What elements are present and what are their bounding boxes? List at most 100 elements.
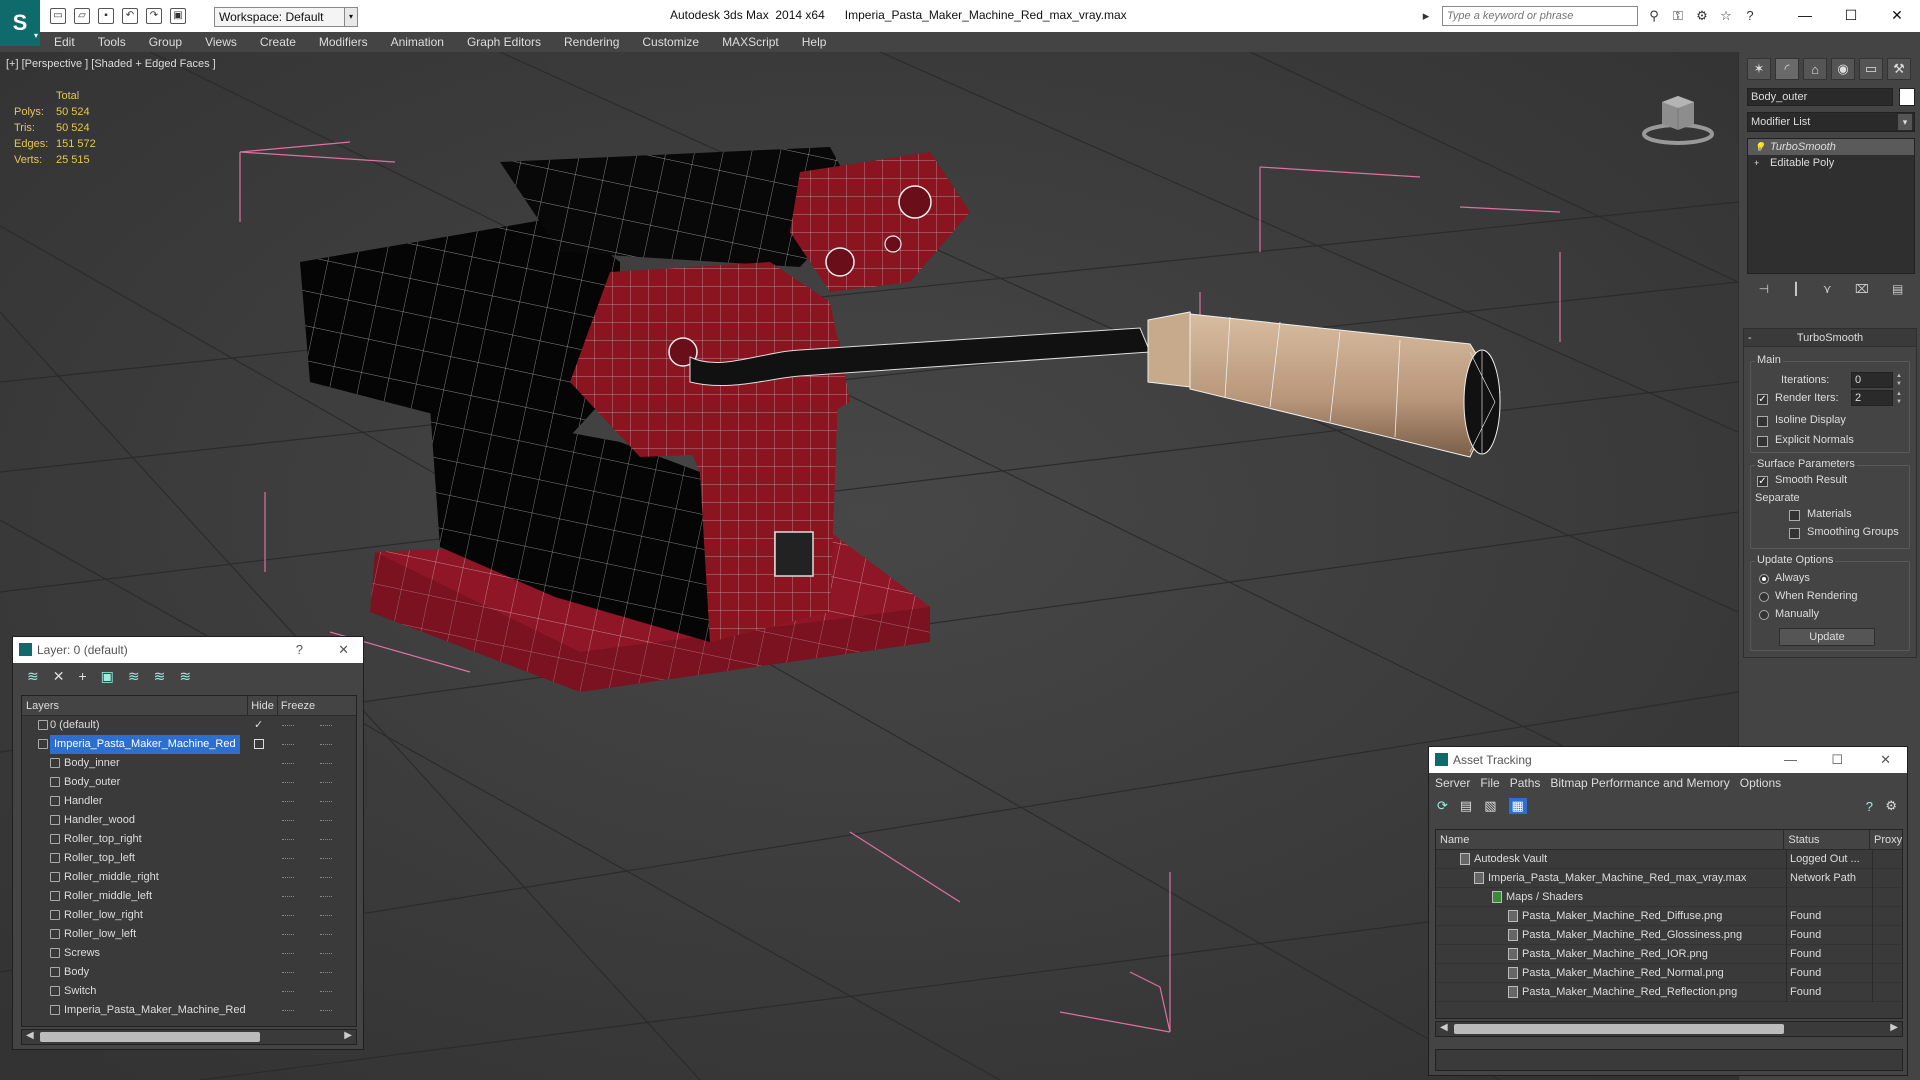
- hide-toggle[interactable]: [282, 839, 294, 840]
- hide-toggle[interactable]: [282, 820, 294, 821]
- column-freeze[interactable]: Freeze: [278, 696, 318, 715]
- layer-row[interactable]: Imperia_Pasta_Maker_Machine_Red: [22, 1001, 356, 1020]
- freeze-toggle[interactable]: [320, 820, 332, 821]
- thumbnail-view-icon[interactable]: ▧: [1484, 798, 1496, 814]
- menu-item-rendering[interactable]: Rendering: [564, 35, 619, 49]
- highlight-layer-icon[interactable]: ≋: [128, 668, 140, 685]
- asset-menu-paths[interactable]: Paths: [1510, 776, 1541, 790]
- close-icon[interactable]: ✕: [1880, 747, 1891, 773]
- hide-toggle[interactable]: [282, 782, 294, 783]
- layer-row[interactable]: Roller_middle_right: [22, 868, 356, 887]
- layer-row[interactable]: Switch: [22, 982, 356, 1001]
- minimize-icon[interactable]: —: [1782, 0, 1828, 30]
- menu-item-edit[interactable]: Edit: [54, 35, 75, 49]
- layer-row[interactable]: Screws: [22, 944, 356, 963]
- menu-item-animation[interactable]: Animation: [391, 35, 444, 49]
- asset-menu-bitmap-performance[interactable]: Bitmap Performance and Memory: [1550, 776, 1729, 790]
- freeze-toggle[interactable]: [320, 991, 332, 992]
- expand-plus-icon[interactable]: +: [1754, 158, 1764, 168]
- motion-tab-icon[interactable]: ◉: [1831, 58, 1855, 80]
- hide-toggle[interactable]: [282, 915, 294, 916]
- expand-arrow-icon[interactable]: ▸: [1418, 8, 1434, 24]
- asset-menu-options[interactable]: Options: [1740, 776, 1781, 790]
- hide-toggle[interactable]: [282, 725, 294, 726]
- layer-row[interactable]: Roller_top_right: [22, 830, 356, 849]
- freeze-toggle[interactable]: [320, 896, 332, 897]
- hide-toggle[interactable]: [282, 744, 294, 745]
- explicit-normals-checkbox[interactable]: [1757, 436, 1768, 447]
- render-iters-checkbox[interactable]: ✓: [1757, 394, 1768, 405]
- layer-row[interactable]: Handler_wood: [22, 811, 356, 830]
- asset-row[interactable]: Maps / Shaders: [1436, 888, 1902, 907]
- utilities-tab-icon[interactable]: ⚒: [1887, 58, 1911, 80]
- smooth-result-checkbox[interactable]: ✓: [1757, 476, 1768, 487]
- scroll-left-icon[interactable]: ◀: [1440, 1022, 1448, 1033]
- manually-radio[interactable]: [1759, 610, 1769, 620]
- freeze-toggle[interactable]: [320, 953, 332, 954]
- asset-row[interactable]: Pasta_Maker_Machine_Red_IOR.png Found: [1436, 945, 1902, 964]
- asset-row[interactable]: Autodesk Vault Logged Out ...: [1436, 850, 1902, 869]
- scroll-left-icon[interactable]: ◀: [26, 1030, 34, 1041]
- asset-row[interactable]: Pasta_Maker_Machine_Red_Diffuse.png Found: [1436, 907, 1902, 926]
- viewcube-icon[interactable]: [1640, 88, 1716, 148]
- rollout-header[interactable]: - TurboSmooth: [1744, 329, 1916, 347]
- menu-item-graph-editors[interactable]: Graph Editors: [467, 35, 541, 49]
- hide-toggle[interactable]: [282, 991, 294, 992]
- smoothing-groups-checkbox[interactable]: [1789, 528, 1800, 539]
- list-view-icon[interactable]: ▤: [1460, 798, 1472, 814]
- menu-item-create[interactable]: Create: [260, 35, 296, 49]
- maximize-icon[interactable]: ☐: [1828, 0, 1874, 30]
- signin-icon[interactable]: ⚙: [1694, 8, 1710, 24]
- binoculars-icon[interactable]: ⚲: [1646, 8, 1662, 24]
- active-layer-check-icon[interactable]: ✓: [254, 716, 263, 735]
- hide-toggle[interactable]: [282, 763, 294, 764]
- layer-row[interactable]: Handler: [22, 792, 356, 811]
- save-icon[interactable]: ▪: [98, 8, 114, 24]
- freeze-toggle[interactable]: [320, 763, 332, 764]
- hide-all-icon[interactable]: ≋: [154, 668, 166, 685]
- spinner-arrows-icon[interactable]: ▲ ▼: [1895, 390, 1903, 406]
- freeze-toggle[interactable]: [320, 744, 332, 745]
- hide-toggle[interactable]: [282, 934, 294, 935]
- maximize-icon[interactable]: ☐: [1831, 747, 1843, 773]
- freeze-toggle[interactable]: [320, 934, 332, 935]
- menu-item-modifiers[interactable]: Modifiers: [319, 35, 368, 49]
- modifier-list-dropdown[interactable]: Modifier List ▾: [1747, 112, 1915, 132]
- layer-window-titlebar[interactable]: Layer: 0 (default) ? ✕: [13, 637, 363, 663]
- freeze-toggle[interactable]: [320, 858, 332, 859]
- asset-menu-server[interactable]: Server: [1435, 776, 1470, 790]
- asset-row[interactable]: Pasta_Maker_Machine_Red_Reflection.png Fo…: [1436, 983, 1902, 1002]
- make-unique-icon[interactable]: ⋎: [1823, 282, 1832, 296]
- always-radio[interactable]: [1759, 574, 1769, 584]
- freeze-toggle[interactable]: [320, 782, 332, 783]
- stack-item-editable-poly[interactable]: + Editable Poly: [1748, 155, 1914, 171]
- menu-item-maxscript[interactable]: MAXScript: [722, 35, 779, 49]
- table-view-icon[interactable]: ▦: [1508, 798, 1527, 814]
- render-iters-spinner[interactable]: 2: [1851, 390, 1893, 406]
- layer-row[interactable]: Imperia_Pasta_Maker_Machine_Red: [22, 735, 356, 754]
- app-logo-icon[interactable]: S ▾: [0, 0, 40, 46]
- iterations-spinner[interactable]: 0: [1851, 372, 1893, 388]
- freeze-toggle[interactable]: [320, 801, 332, 802]
- freeze-toggle[interactable]: [320, 1010, 332, 1011]
- delete-layer-icon[interactable]: ✕: [53, 668, 65, 685]
- freeze-toggle[interactable]: [320, 915, 332, 916]
- column-proxy[interactable]: Proxy: [1870, 830, 1902, 849]
- new-layer-icon[interactable]: ≋: [27, 668, 39, 685]
- scroll-thumb[interactable]: [1454, 1024, 1784, 1034]
- asset-row[interactable]: Pasta_Maker_Machine_Red_Normal.png Found: [1436, 964, 1902, 983]
- menu-item-views[interactable]: Views: [205, 35, 237, 49]
- materials-checkbox[interactable]: [1789, 510, 1800, 521]
- spinner-arrows-icon[interactable]: ▲ ▼: [1895, 372, 1903, 388]
- scroll-right-icon[interactable]: ▶: [344, 1030, 352, 1041]
- asset-horizontal-scrollbar[interactable]: ◀ ▶: [1435, 1021, 1903, 1037]
- layer-row[interactable]: Roller_low_left: [22, 925, 356, 944]
- create-tab-icon[interactable]: ✶: [1747, 58, 1771, 80]
- help-icon[interactable]: ?: [1866, 799, 1873, 814]
- layer-row[interactable]: Roller_low_right: [22, 906, 356, 925]
- stack-item-turbosmooth[interactable]: 💡 TurboSmooth: [1748, 139, 1914, 155]
- scroll-thumb[interactable]: [40, 1032, 260, 1042]
- settings-icon[interactable]: ⚙: [1885, 798, 1897, 814]
- column-layers[interactable]: Layers: [22, 696, 248, 715]
- lightbulb-icon[interactable]: 💡: [1754, 142, 1765, 152]
